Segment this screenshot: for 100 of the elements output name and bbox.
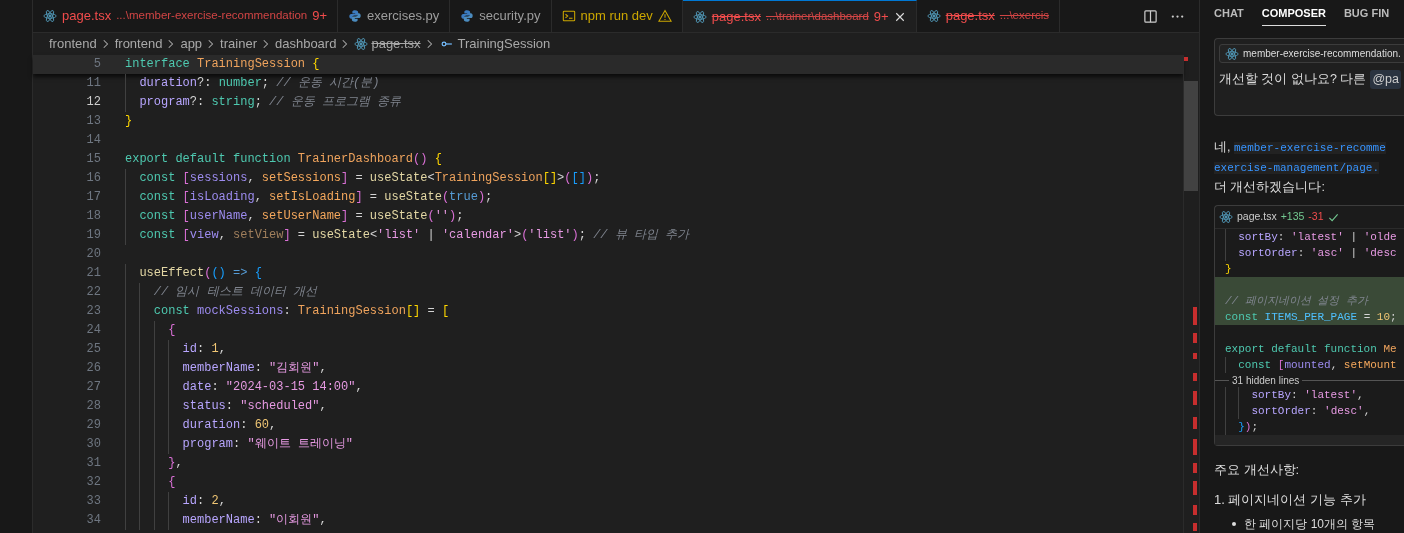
- panel-tab[interactable]: COMPOSER: [1261, 2, 1326, 26]
- breadcrumb-item[interactable]: dashboard: [274, 34, 337, 54]
- code-token: // 뷰 타입 추가: [593, 227, 690, 244]
- file-chip[interactable]: member-exercise-recommendation.: [1219, 44, 1404, 64]
- code-token: (: [521, 227, 529, 244]
- code-token: {: [312, 56, 320, 73]
- hidden-lines-label[interactable]: 31 hidden lines: [1215, 373, 1404, 387]
- code-token: sessions: [189, 170, 248, 187]
- code-token: =: [426, 303, 436, 320]
- line-number: 17: [85, 189, 102, 206]
- code-token: view: [189, 227, 219, 244]
- code-token: ,: [319, 512, 327, 529]
- code-token: ?:: [197, 75, 213, 92]
- code-token: ]: [341, 170, 349, 187]
- code-token: :: [211, 379, 220, 396]
- code-token: :: [197, 341, 206, 358]
- code-line: }: [1224, 262, 1233, 277]
- code-token: TrainingSession: [297, 303, 406, 320]
- code-token: interface: [125, 56, 191, 73]
- file-link[interactable]: member-exercise-recomme: [1233, 142, 1386, 155]
- code-token: "2024-03-15 14:00": [225, 379, 356, 396]
- breadcrumb-item[interactable]: frontend: [114, 34, 163, 54]
- code-token: 60: [254, 417, 270, 434]
- code-token: }: [125, 113, 133, 130]
- code-line: sortOrder: 'desc',: [1215, 403, 1404, 419]
- code-token: ]: [341, 208, 349, 225]
- code-token: "이회원": [269, 512, 320, 529]
- code-token: (): [211, 265, 226, 282]
- code-token: ;: [254, 94, 263, 111]
- code-token: ;: [261, 75, 271, 92]
- code-token: ,: [218, 341, 226, 358]
- code-token: isLoading: [189, 189, 255, 206]
- code-token: |: [426, 227, 436, 244]
- line-number: 28: [85, 398, 102, 415]
- code-token: 'list': [528, 227, 572, 244]
- code-token: ]: [283, 227, 291, 244]
- breadcrumb-item[interactable]: trainer: [220, 34, 257, 54]
- code-token: [: [182, 189, 190, 206]
- code-token: memberName: [125, 359, 255, 378]
- code-token: TrainingSession: [197, 56, 307, 73]
- code-token: ): [477, 189, 486, 206]
- atom-icon: [43, 9, 57, 23]
- code-token: :: [197, 493, 206, 510]
- atom-icon: [354, 37, 369, 51]
- code-token: ): [585, 170, 594, 187]
- atom-icon: [692, 9, 707, 24]
- code-token: ,: [218, 227, 227, 244]
- code-token: {: [125, 321, 176, 340]
- code-token: duration: [125, 74, 197, 93]
- split-editor-icon[interactable]: [1143, 8, 1158, 24]
- code-token: 1: [211, 341, 219, 358]
- panel-tab[interactable]: BUG FIN: [1343, 2, 1390, 26]
- code-token: memberName: [125, 511, 255, 530]
- code-token: useState: [369, 170, 428, 187]
- breadcrumb-item[interactable]: frontend: [49, 34, 97, 54]
- line-number: 26: [85, 360, 102, 377]
- file-link[interactable]: exercise-management/page.: [1214, 162, 1380, 175]
- code-token: status: [125, 397, 226, 416]
- line-number: 34: [85, 512, 102, 529]
- code-line: sortBy: 'latest',: [1215, 387, 1404, 403]
- terminal-icon: [561, 9, 576, 23]
- mention-tag: @pa: [1370, 69, 1401, 89]
- code-token: setUserName: [261, 208, 342, 225]
- breadcrumb-item[interactable]: TrainingSession: [457, 34, 551, 54]
- breadcrumb-item[interactable]: page.tsx: [371, 34, 421, 54]
- code-line: export default function Me: [1224, 342, 1398, 357]
- code-token: }: [125, 454, 176, 473]
- code-token: :: [240, 417, 249, 434]
- prompt-box[interactable]: member-exercise-recommendation. 개선할 것이 없나요? 다른 @pa: [1214, 37, 1404, 117]
- horizontal-scrollbar[interactable]: [1215, 435, 1404, 445]
- code-token: setIsLoading: [269, 189, 356, 206]
- code-token: ,: [218, 493, 226, 510]
- line-number: 20: [85, 246, 102, 263]
- code-token: ,: [319, 360, 327, 377]
- code-token: =: [354, 170, 364, 187]
- code-token: ,: [247, 208, 256, 225]
- line-number: 13: [85, 113, 102, 130]
- editor-tab[interactable]: page.tsx ...\trainer\dashboard 9+: [682, 0, 917, 32]
- code-token: ;: [578, 227, 587, 244]
- code-token: ): [571, 227, 579, 244]
- code-token: []: [571, 170, 586, 187]
- code-token: export default function: [125, 151, 292, 168]
- line-number: 29: [85, 417, 102, 434]
- file-name[interactable]: page.tsx: [1237, 209, 1277, 225]
- code-token: :: [233, 436, 242, 453]
- code-line: const [mounted, setMount: [1215, 357, 1404, 373]
- close-icon[interactable]: [893, 10, 906, 23]
- code-token: =>: [232, 265, 249, 282]
- code-token: 2: [211, 493, 219, 510]
- code-line: sortBy: 'latest' | 'olde: [1215, 229, 1404, 245]
- panel-tab[interactable]: CHAT: [1214, 2, 1244, 26]
- code-token: 'list': [377, 227, 421, 244]
- added-count: +135: [1280, 209, 1305, 225]
- breadcrumb-item[interactable]: app: [180, 34, 203, 54]
- line-number: 11: [85, 75, 102, 92]
- python-icon: [348, 9, 363, 23]
- code-token: ,: [319, 398, 327, 415]
- code-line: sortOrder: 'asc' | 'desc: [1215, 245, 1404, 261]
- code-token: program: [125, 435, 234, 454]
- line-number: 33: [85, 493, 102, 510]
